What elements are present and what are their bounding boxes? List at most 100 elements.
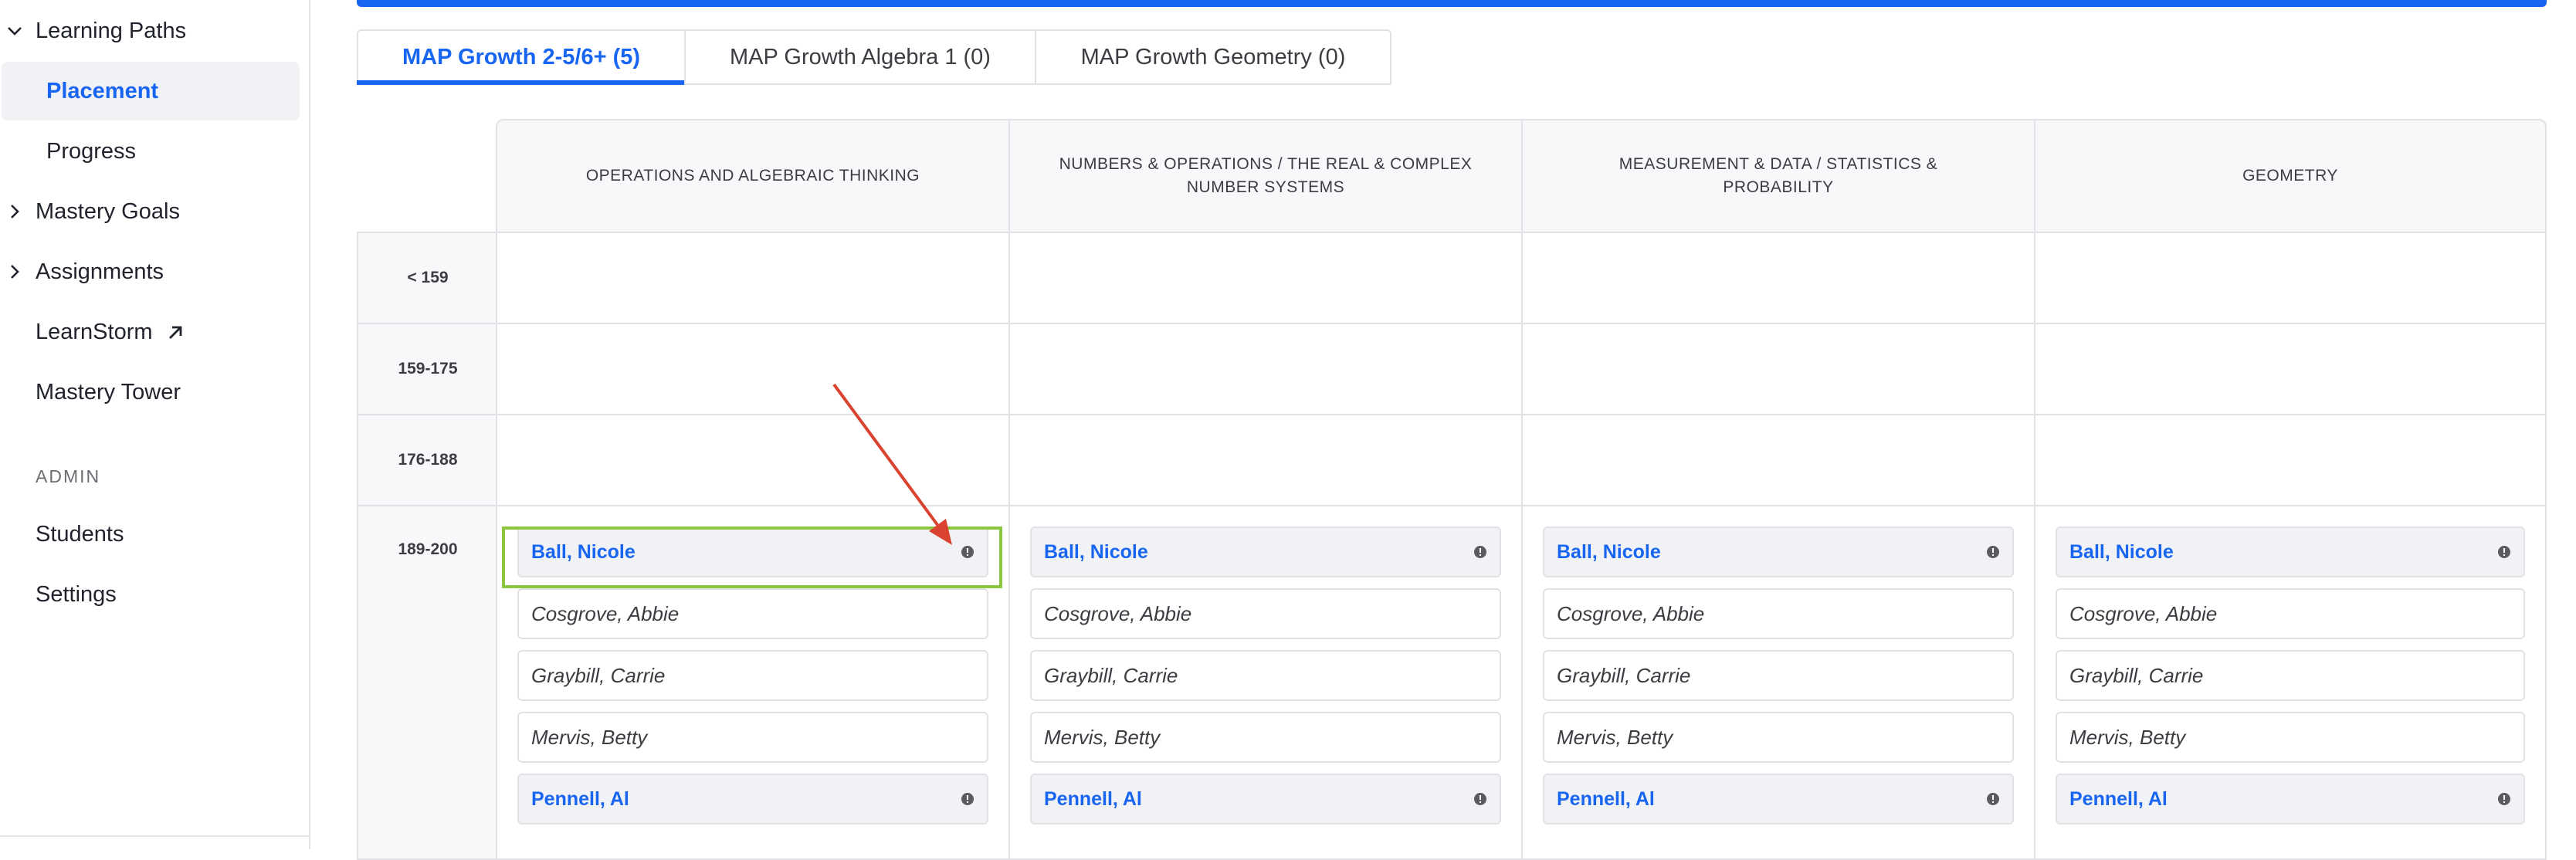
column-header: MEASUREMENT & DATA / STATISTICS & PROBAB…: [1521, 119, 2035, 233]
tab-label: MAP Growth 2-5/6+ (5): [402, 44, 641, 69]
row-header: 176-188: [357, 414, 499, 506]
column-header: GEOMETRY: [2034, 119, 2547, 233]
student-card[interactable]: Pennell, Al: [2056, 774, 2525, 824]
info-icon[interactable]: [2497, 792, 2511, 806]
student-card[interactable]: Cosgrove, Abbie: [1030, 588, 1501, 639]
sidebar-item-students[interactable]: Students: [0, 505, 301, 564]
student-name: Ball, Nicole: [1044, 540, 1148, 563]
student-name: Pennell, Al: [2069, 787, 2168, 810]
sidebar-item-learning-paths[interactable]: Learning Paths: [0, 2, 301, 60]
grid-cell: [1521, 232, 2035, 324]
info-icon[interactable]: [1473, 792, 1487, 806]
row-header-label: 176-188: [398, 451, 458, 469]
student-name: Mervis, Betty: [2069, 725, 2186, 749]
student-name: Mervis, Betty: [1557, 725, 1673, 749]
grid-cell: [1008, 414, 1523, 506]
student-card[interactable]: Graybill, Carrie: [2056, 650, 2525, 701]
student-name: Ball, Nicole: [531, 540, 636, 563]
student-name: Cosgrove, Abbie: [2069, 601, 2218, 625]
student-card[interactable]: Ball, Nicole: [517, 526, 988, 577]
grid-cell: Ball, Nicole Cosgrove, Abbie Graybill, C…: [1521, 505, 2035, 860]
sidebar-item-learnstorm[interactable]: LearnStorm: [0, 303, 301, 361]
grid-cell: [1521, 323, 2035, 415]
admin-section-title: ADMIN: [36, 466, 101, 486]
accent-bar: [357, 0, 2547, 7]
sidebar-item-assignments[interactable]: Assignments: [0, 242, 301, 301]
student-name: Cosgrove, Abbie: [1044, 601, 1192, 625]
sidebar: Learning Paths Placement Progress Master…: [0, 0, 310, 849]
student-name: Mervis, Betty: [531, 725, 648, 749]
column-header: NUMBERS & OPERATIONS / THE REAL & COMPLE…: [1008, 119, 1523, 233]
info-icon[interactable]: [1986, 545, 2000, 559]
student-card[interactable]: Cosgrove, Abbie: [517, 588, 988, 639]
test-tabs: MAP Growth 2-5/6+ (5) MAP Growth Algebra…: [357, 29, 1391, 85]
sidebar-item-progress[interactable]: Progress: [0, 122, 301, 181]
student-card[interactable]: Mervis, Betty: [1030, 712, 1501, 763]
student-name: Cosgrove, Abbie: [1557, 601, 1705, 625]
info-icon[interactable]: [2497, 545, 2511, 559]
placement-grid: OPERATIONS AND ALGEBRAIC THINKING NUMBER…: [357, 119, 2547, 860]
sidebar-item-label: Mastery Goals: [36, 198, 180, 224]
sidebar-item-settings[interactable]: Settings: [0, 565, 301, 624]
info-icon[interactable]: [1473, 545, 1487, 559]
grid-cell: Ball, Nicole Cosgrove, Abbie Graybill, C…: [1008, 505, 1523, 860]
column-header-label: GEOMETRY: [2242, 167, 2338, 185]
chevron-right-icon: [6, 263, 23, 280]
grid-cell: [2034, 414, 2547, 506]
column-header-label: NUMBERS & OPERATIONS / THE REAL & COMPLE…: [1059, 155, 1473, 196]
sidebar-item-mastery-goals[interactable]: Mastery Goals: [0, 182, 301, 241]
student-card[interactable]: Ball, Nicole: [1543, 526, 2014, 577]
tab-label: MAP Growth Geometry (0): [1080, 44, 1346, 69]
grid-cell: [1008, 323, 1523, 415]
student-name: Pennell, Al: [1557, 787, 1655, 810]
sidebar-item-label: Learning Paths: [36, 18, 187, 43]
sidebar-item-label: Students: [36, 521, 124, 547]
student-card[interactable]: Mervis, Betty: [517, 712, 988, 763]
student-name: Pennell, Al: [531, 787, 629, 810]
student-card[interactable]: Mervis, Betty: [2056, 712, 2525, 763]
student-card[interactable]: Ball, Nicole: [1030, 526, 1501, 577]
sidebar-item-label: Progress: [46, 138, 137, 164]
student-card[interactable]: Pennell, Al: [1543, 774, 2014, 824]
student-name: Graybill, Carrie: [531, 663, 666, 687]
grid-cell: [2034, 323, 2547, 415]
student-name: Graybill, Carrie: [2069, 663, 2204, 687]
student-card[interactable]: Graybill, Carrie: [517, 650, 988, 701]
sidebar-item-mastery-tower[interactable]: Mastery Tower: [0, 363, 301, 422]
row-header-label: 159-175: [398, 360, 458, 378]
tab-map-growth-2-5[interactable]: MAP Growth 2-5/6+ (5): [357, 29, 686, 85]
grid-cell: [496, 414, 1010, 506]
chevron-right-icon: [6, 203, 23, 220]
column-header: OPERATIONS AND ALGEBRAIC THINKING: [496, 119, 1010, 233]
sidebar-item-label: Settings: [36, 581, 117, 607]
grid-cell: [496, 232, 1010, 324]
student-card[interactable]: Cosgrove, Abbie: [2056, 588, 2525, 639]
sidebar-item-label: Mastery Tower: [36, 379, 181, 405]
student-name: Ball, Nicole: [2069, 540, 2174, 563]
info-icon[interactable]: [961, 545, 974, 559]
student-card[interactable]: Cosgrove, Abbie: [1543, 588, 2014, 639]
grid-cell: [1521, 414, 2035, 506]
student-name: Ball, Nicole: [1557, 540, 1661, 563]
student-card[interactable]: Mervis, Betty: [1543, 712, 2014, 763]
student-card[interactable]: Ball, Nicole: [2056, 526, 2525, 577]
row-header: < 159: [357, 232, 499, 324]
sidebar-item-placement[interactable]: Placement: [2, 62, 300, 120]
grid-cell: [496, 323, 1010, 415]
sidebar-item-label: Assignments: [36, 259, 164, 284]
student-card[interactable]: Pennell, Al: [1030, 774, 1501, 824]
column-header-label: OPERATIONS AND ALGEBRAIC THINKING: [585, 167, 920, 185]
divider: [0, 835, 309, 837]
row-header: 189-200: [357, 505, 499, 860]
student-card[interactable]: Graybill, Carrie: [1543, 650, 2014, 701]
info-icon[interactable]: [961, 792, 974, 806]
tab-label: MAP Growth Algebra 1 (0): [730, 44, 991, 69]
tab-map-growth-geometry[interactable]: MAP Growth Geometry (0): [1035, 29, 1391, 85]
row-header-label: < 159: [407, 269, 449, 286]
student-name: Graybill, Carrie: [1557, 663, 1691, 687]
grid-cell: Ball, Nicole Cosgrove, Abbie Graybill, C…: [2034, 505, 2547, 860]
student-card[interactable]: Pennell, Al: [517, 774, 988, 824]
tab-map-growth-algebra-1[interactable]: MAP Growth Algebra 1 (0): [684, 29, 1036, 85]
info-icon[interactable]: [1986, 792, 2000, 806]
student-card[interactable]: Graybill, Carrie: [1030, 650, 1501, 701]
